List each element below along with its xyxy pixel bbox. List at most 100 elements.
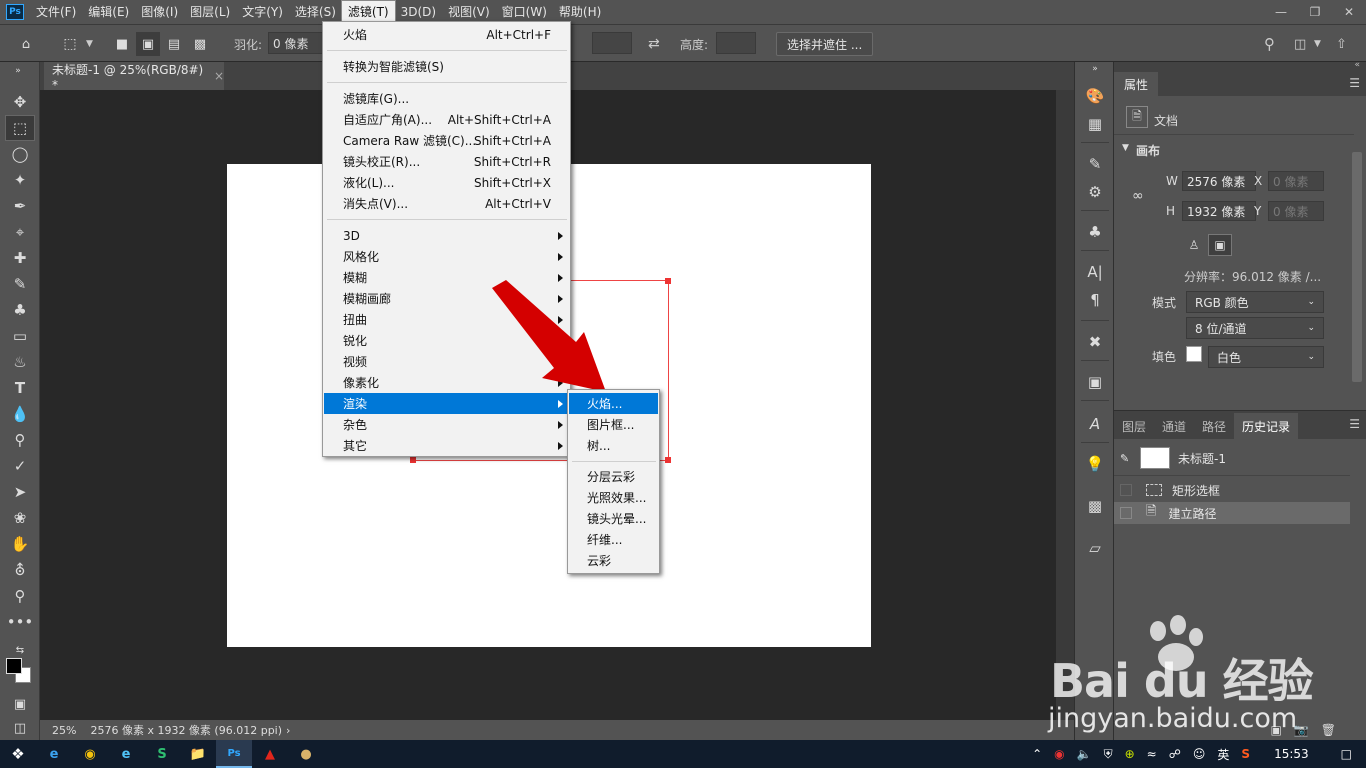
history-snapshot[interactable]: ✎ 未标题-1 [1114,447,1350,469]
workspace-icon[interactable]: ◫ [1294,32,1306,56]
lasso-tool-icon[interactable]: ◯ [6,142,34,166]
paint-bucket-tool-icon[interactable]: ♨ [6,350,34,374]
menu-item-lens-correction[interactable]: 镜头校正(R)... Shift+Ctrl+R [324,151,569,172]
path-selection-tool-icon[interactable]: ➤ [6,480,34,504]
ie-browser-icon[interactable]: e [36,740,72,768]
collapse-icon[interactable]: » [1083,64,1107,74]
close-icon[interactable]: × [214,69,224,83]
app-icon[interactable]: ● [288,740,324,768]
submenu-item-picture-frame[interactable]: 图片框... [569,414,658,435]
collapse-icon[interactable]: « [1354,60,1360,70]
glyphs-panel-icon[interactable]: A [1083,412,1107,436]
submenu-item-lighting-effects[interactable]: 光照效果... [569,487,658,508]
menu-item-convert-smart-filter[interactable]: 转换为智能滤镜(S) [324,56,569,77]
3d-panel-icon[interactable]: ▱ [1083,536,1107,560]
history-step[interactable]: 矩形选框 [1114,479,1350,501]
learn-panel-icon[interactable]: 💡 [1083,452,1107,476]
add-selection-icon[interactable]: ▣ [136,32,160,56]
properties-scrollbar[interactable] [1352,152,1362,382]
eraser-tool-icon[interactable]: ▭ [6,324,34,348]
select-and-mask-button[interactable]: 选择并遮住 ... [776,32,874,56]
panel-menu-icon[interactable]: ☰ [1349,417,1360,431]
menu-image[interactable]: 图像(I) [135,1,184,23]
screen-mode-icon[interactable]: ◫ [6,716,34,740]
close-icon[interactable]: ✕ [1332,0,1366,24]
menu-type[interactable]: 文字(Y) [236,1,289,23]
navigator-icon[interactable]: ▣ [1083,370,1107,394]
expand-icon[interactable]: » [4,66,32,76]
qq-icon[interactable]: ☺ [1187,747,1212,761]
healing-brush-tool-icon[interactable]: ✚ [6,246,34,270]
menu-select[interactable]: 选择(S) [289,1,342,23]
search-icon[interactable]: ⚲ [1264,32,1275,56]
tab-history[interactable]: 历史记录 [1234,413,1299,439]
menu-item-filter-gallery[interactable]: 滤镜库(G)... [324,88,569,109]
restore-icon[interactable]: ❐ [1298,0,1332,24]
rect-marquee-tool-icon[interactable]: ⬚ [5,115,35,141]
fill-select[interactable]: 白色 ⌄ [1208,346,1324,368]
menu-file[interactable]: 文件(F) [30,1,82,23]
brushes-panel-icon[interactable]: ✎ [1083,152,1107,176]
height-input[interactable] [716,32,756,54]
gradients-panel-icon[interactable]: ▩ [1083,494,1107,518]
dodge-tool-icon[interactable]: ⚲ [6,428,34,452]
foreground-color-swatch[interactable] [6,658,22,674]
character-panel-icon[interactable]: A| [1083,260,1107,284]
crop-tool-icon[interactable]: ⌖ [6,220,34,244]
eyedropper-tool-icon[interactable]: ✒ [6,194,34,218]
wifi-icon[interactable]: ≈ [1141,747,1163,761]
menu-3d[interactable]: 3D(D) [395,1,442,23]
panel-menu-icon[interactable]: ☰ [1349,76,1360,90]
tool-presets-icon[interactable]: ✖ [1083,330,1107,354]
menu-item-stylize[interactable]: 风格化 [324,246,569,267]
feather-input[interactable]: 0 像素 [268,32,324,54]
sogou-ime-icon[interactable]: S [1235,747,1256,761]
hand-tool-icon[interactable]: ✋ [6,532,34,556]
new-selection-icon[interactable]: ■ [110,32,134,56]
selection-handle[interactable] [665,278,671,284]
intersect-selection-icon[interactable]: ▩ [188,32,212,56]
new-document-icon[interactable]: ▣ [1270,723,1281,737]
menu-window[interactable]: 窗口(W) [496,1,553,23]
tab-layers[interactable]: 图层 [1114,413,1154,439]
color-panel-icon[interactable]: 🎨 [1083,84,1107,108]
submenu-item-lens-flare[interactable]: 镜头光晕... [569,508,658,529]
file-explorer-icon[interactable]: 📁 [180,740,216,768]
pen-tool-icon[interactable]: ✓ [6,454,34,478]
submenu-item-tree[interactable]: 树... [569,435,658,456]
tab-paths[interactable]: 路径 [1194,413,1234,439]
menu-item-noise[interactable]: 杂色 [324,414,569,435]
blur-tool-icon[interactable]: 💧 [6,402,34,426]
fill-color-swatch[interactable] [1186,346,1202,362]
menu-item-vanishing-point[interactable]: 消失点(V)... Alt+Ctrl+V [324,193,569,214]
history-checkbox[interactable] [1120,507,1132,519]
menu-layer[interactable]: 图层(L) [184,1,236,23]
magic-wand-tool-icon[interactable]: ✦ [6,168,34,192]
menu-help[interactable]: 帮助(H) [553,1,607,23]
swap-icon[interactable]: ⇄ [648,32,660,56]
clock[interactable]: 15:53 [1256,747,1327,761]
chevron-right-icon[interactable]: › [286,724,290,737]
share-icon[interactable]: ⇧ [1336,32,1347,56]
landscape-icon[interactable]: ▣ [1208,234,1232,256]
marquee-preset-icon[interactable]: ⬚ [58,32,82,56]
paragraph-panel-icon[interactable]: ¶ [1083,288,1107,312]
acrobat-icon[interactable]: ▲ [252,740,288,768]
color-mode-select[interactable]: RGB 颜色 ⌄ [1186,291,1324,313]
menu-item-other[interactable]: 其它 [324,435,569,456]
menu-view[interactable]: 视图(V) [442,1,496,23]
ime-indicator[interactable]: 英 [1211,746,1235,763]
submenu-item-fibers[interactable]: 纤维... [569,529,658,550]
properties-tab[interactable]: 属性 [1114,72,1159,96]
rotate-view-tool-icon[interactable]: ⛢ [6,558,34,582]
history-step[interactable]: 🗎 建立路径 [1114,502,1350,524]
subtract-selection-icon[interactable]: ▤ [162,32,186,56]
home-icon[interactable]: ⌂ [14,32,38,56]
notification-icon[interactable]: □ [1327,747,1366,761]
photoshop-taskbar-icon[interactable]: Ps [216,740,252,768]
camera-icon[interactable]: 📷 [1294,723,1309,737]
bit-depth-select[interactable]: 8 位/通道 ⌄ [1186,317,1324,339]
portrait-icon[interactable]: ♙ [1184,234,1204,256]
zoom-tool-icon[interactable]: ⚲ [6,584,34,608]
canvas-x-input[interactable]: 0 像素 [1268,171,1324,191]
